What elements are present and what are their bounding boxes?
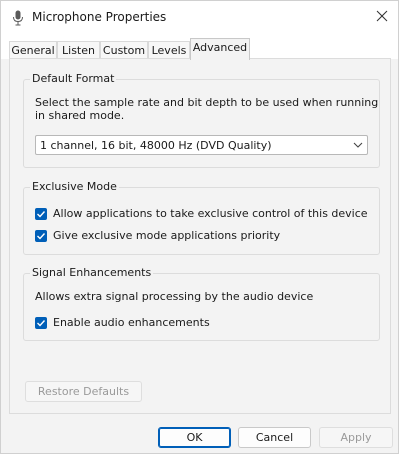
chevron-down-icon [353,142,363,148]
checkbox-label: Enable audio enhancements [53,316,210,329]
tab-general[interactable]: General [9,41,57,59]
default-format-title: Default Format [30,72,117,85]
tab-label: Advanced [192,41,248,54]
checkbox-checked[interactable] [35,317,47,329]
signal-enhancements-group: Signal Enhancements Allows extra signal … [23,266,380,341]
ok-button[interactable]: OK [158,427,231,448]
title-bar: Microphone Properties [1,1,398,33]
tab-levels[interactable]: Levels [148,41,190,59]
microphone-icon [13,10,23,26]
exclusive-mode-title: Exclusive Mode [30,180,119,193]
tab-strip: General Listen Custom Levels Advanced [1,33,398,60]
checkbox-label: Give exclusive mode applications priorit… [53,229,281,242]
window-title: Microphone Properties [32,10,167,24]
dialog-footer: OK Cancel Apply [1,414,398,453]
apply-button[interactable]: Apply [319,427,393,448]
restore-defaults-button[interactable]: Restore Defaults [25,381,142,402]
checkmark-icon [37,211,46,218]
close-button[interactable] [366,1,398,33]
advanced-tab-panel: Default Format Select the sample rate an… [9,58,391,414]
microphone-properties-dialog: Microphone Properties General Listen Cus… [0,0,399,454]
checkmark-icon [37,233,46,240]
tab-label: Levels [151,44,187,57]
tab-label: Custom [102,44,146,57]
checkbox-checked[interactable] [35,208,47,220]
sample-format-dropdown[interactable]: 1 channel, 16 bit, 48000 Hz (DVD Quality… [35,135,368,155]
tab-label: General [11,44,55,57]
apply-label: Apply [340,431,372,444]
signal-enhancements-title: Signal Enhancements [30,266,154,279]
checkbox-label: Allow applications to take exclusive con… [53,207,368,220]
signal-enhancements-description: Allows extra signal processing by the au… [35,290,314,303]
default-format-description-line1: Select the sample rate and bit depth to … [35,96,379,109]
tab-label: Listen [62,44,95,57]
ok-label: OK [186,431,203,444]
restore-defaults-label: Restore Defaults [37,385,130,398]
checkbox-checked[interactable] [35,230,47,242]
cancel-button[interactable]: Cancel [238,427,311,448]
sample-format-value: 1 channel, 16 bit, 48000 Hz (DVD Quality… [40,139,272,152]
default-format-group: Default Format Select the sample rate an… [23,72,380,168]
default-format-description-line2: in shared mode. [35,109,125,122]
tab-custom[interactable]: Custom [100,41,148,59]
cancel-label: Cancel [255,431,294,444]
tab-listen[interactable]: Listen [57,41,100,59]
close-icon [376,10,388,22]
tab-advanced[interactable]: Advanced [190,38,250,60]
exclusive-mode-group: Exclusive Mode Allow applications to tak… [23,180,380,255]
checkmark-icon [37,320,46,327]
